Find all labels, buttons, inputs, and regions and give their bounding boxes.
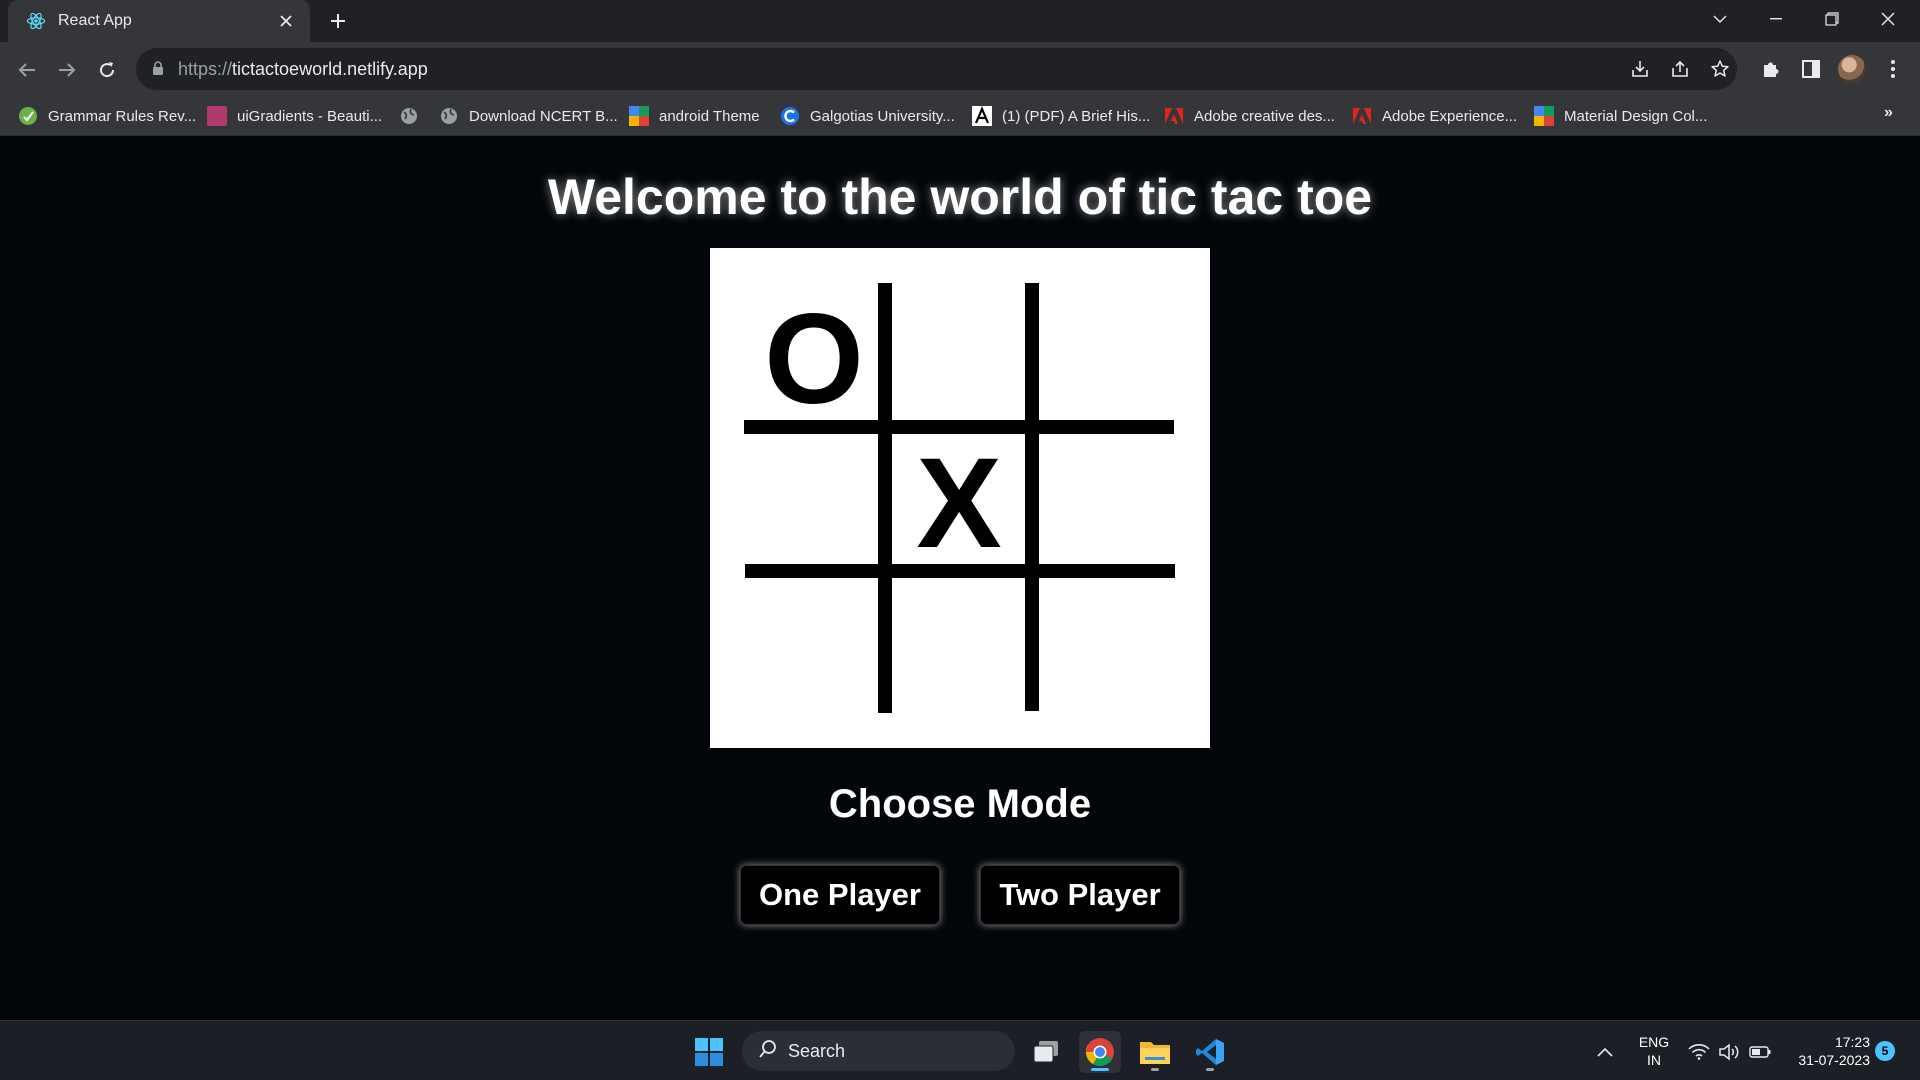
adobe-icon: [1352, 106, 1372, 126]
vscode-icon[interactable]: [1189, 1031, 1231, 1073]
color-tiles-icon: [629, 106, 649, 126]
bookmark-label: Adobe Experience...: [1382, 107, 1518, 125]
grammar-icon: [18, 106, 38, 126]
more-bookmarks-chevron-icon[interactable]: »: [1884, 104, 1893, 122]
bookmark-label: Grammar Rules Rev...: [48, 107, 197, 125]
vscode-running-indicator: [1206, 1068, 1214, 1071]
tab-strip: React App: [0, 0, 1920, 42]
chevron-up-icon[interactable]: [1590, 1031, 1620, 1073]
bookmark-item[interactable]: Grammar Rules Rev...: [18, 104, 196, 128]
wifi-icon[interactable]: [1686, 1031, 1712, 1073]
bookmark-label: (1) (PDF) A Brief His...: [1002, 107, 1151, 125]
close-icon[interactable]: [274, 9, 298, 33]
volume-icon[interactable]: [1716, 1031, 1742, 1073]
side-panel-icon[interactable]: [1796, 54, 1826, 84]
page-content: Welcome to the world of tic tac toe O X …: [0, 136, 1920, 1020]
academia-icon: [972, 106, 992, 126]
board-mark-x: X: [916, 432, 1001, 575]
bookmark-item[interactable]: [399, 104, 429, 128]
bookmark-star-icon[interactable]: [1708, 57, 1732, 81]
tab-search-chevron-icon[interactable]: [1692, 0, 1748, 38]
bookmark-label: android Theme: [659, 107, 760, 125]
clock[interactable]: 17:23 31-07-2023: [1784, 1033, 1870, 1069]
bookmark-item[interactable]: (1) (PDF) A Brief His...: [972, 104, 1150, 128]
address-bar[interactable]: https://tictactoeworld.netlify.app: [136, 48, 1737, 90]
bookmark-label: Material Design Col...: [1564, 107, 1708, 125]
restore-button[interactable]: [1804, 0, 1860, 38]
globe-icon: [399, 106, 419, 126]
choose-mode-heading: Choose Mode: [828, 782, 1092, 826]
bookmark-label: Galgotias University...: [810, 107, 955, 125]
search-icon: [758, 1039, 778, 1064]
extensions-puzzle-icon[interactable]: [1756, 54, 1786, 84]
input-language[interactable]: ENG IN: [1632, 1033, 1676, 1069]
back-button[interactable]: [12, 55, 42, 85]
bookmark-item[interactable]: Galgotias University...: [780, 104, 955, 128]
share-icon[interactable]: [1668, 57, 1692, 81]
file-explorer-icon[interactable]: [1134, 1031, 1176, 1073]
minimize-button[interactable]: [1748, 0, 1804, 38]
browser-toolbar: https://tictactoeworld.netlify.app: [0, 42, 1920, 96]
chrome-taskbar-icon[interactable]: [1079, 1031, 1121, 1073]
adobe-icon: [1164, 106, 1184, 126]
new-tab-button[interactable]: [324, 7, 352, 35]
windows-taskbar: Search ENG IN 17:23 31-07-2023 5: [0, 1020, 1920, 1080]
bookmark-item[interactable]: uiGradients - Beauti...: [207, 104, 382, 128]
battery-icon[interactable]: [1746, 1031, 1774, 1073]
globe-icon: [439, 106, 459, 126]
close-window-button[interactable]: [1860, 0, 1916, 38]
uigradients-icon: [207, 106, 227, 126]
more-menu-icon[interactable]: [1878, 54, 1908, 84]
tab-react-app[interactable]: React App: [8, 0, 310, 42]
bookmark-item[interactable]: Download NCERT B...: [439, 104, 618, 128]
react-icon: [26, 11, 46, 31]
one-player-button[interactable]: One Player: [740, 865, 940, 925]
lock-icon: [152, 61, 164, 81]
url-text: https://tictactoeworld.netlify.app: [178, 59, 428, 79]
task-view-icon[interactable]: [1025, 1031, 1067, 1073]
color-tiles-icon: [1534, 106, 1554, 126]
forward-button[interactable]: [52, 55, 82, 85]
profile-avatar[interactable]: [1838, 55, 1866, 83]
bookmark-label: uiGradients - Beauti...: [237, 107, 383, 125]
bookmark-item[interactable]: Adobe creative des...: [1164, 104, 1335, 128]
bookmark-item[interactable]: Adobe Experience...: [1352, 104, 1517, 128]
chrome-running-indicator: [1091, 1068, 1109, 1071]
bookmark-item[interactable]: Material Design Col...: [1534, 104, 1707, 128]
bookmarks-bar: Grammar Rules Rev... uiGradients - Beauti…: [0, 96, 1920, 136]
install-app-icon[interactable]: [1628, 57, 1652, 81]
tab-title: React App: [58, 12, 132, 29]
explorer-running-indicator: [1151, 1068, 1159, 1071]
board-mark-o: O: [764, 288, 864, 431]
windows-start-icon[interactable]: [688, 1031, 730, 1073]
two-player-button[interactable]: Two Player: [980, 865, 1180, 925]
search-label: Search: [788, 1040, 846, 1061]
galgotias-icon: [780, 106, 800, 126]
page-title: Welcome to the world of tic tac toe: [547, 169, 1373, 225]
bookmark-label: Adobe creative des...: [1194, 107, 1335, 125]
bookmark-item[interactable]: android Theme: [629, 104, 760, 128]
taskbar-search[interactable]: Search: [742, 1031, 1015, 1071]
bookmark-label: Download NCERT B...: [469, 107, 618, 125]
tic-tac-toe-board-image: O X: [710, 248, 1210, 748]
reload-button[interactable]: [92, 55, 122, 85]
notification-badge[interactable]: 5: [1875, 1041, 1895, 1061]
